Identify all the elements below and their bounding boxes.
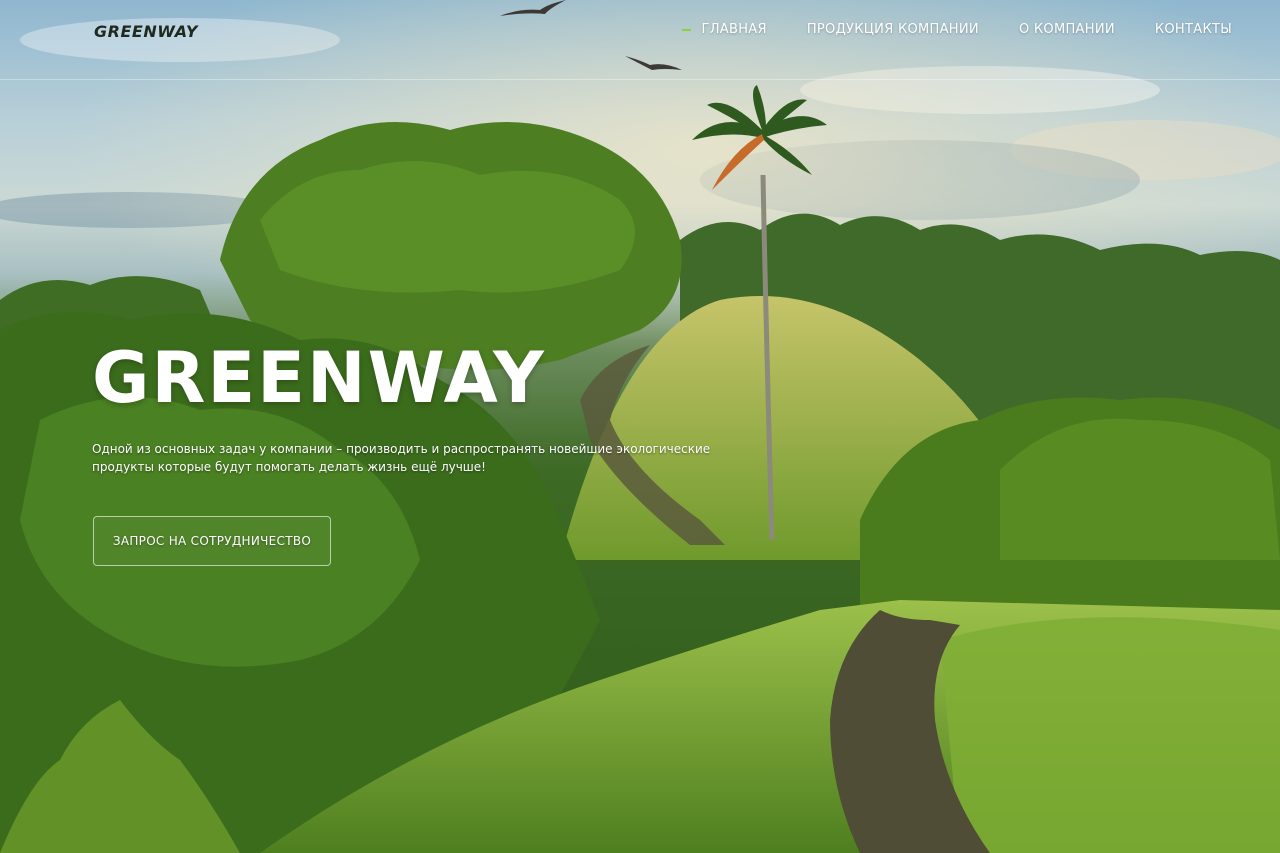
hero-section: GREENWAY ГЛАВНАЯ ПРОДУКЦИЯ КОМПАНИИ О КО…	[0, 0, 1280, 853]
cooperation-request-label: ЗАПРОС НА СОТРУДНИЧЕСТВО	[112, 534, 312, 548]
nav-item-label: КОНТАКТЫ	[1154, 22, 1232, 37]
nav-item-label: О КОМПАНИИ	[1018, 22, 1115, 37]
main-nav: ГЛАВНАЯ ПРОДУКЦИЯ КОМПАНИИ О КОМПАНИИ КО…	[681, 22, 1233, 37]
cooperation-request-button[interactable]: ЗАПРОС НА СОТРУДНИЧЕСТВО	[93, 516, 331, 566]
nav-item-contacts[interactable]: КОНТАКТЫ	[1155, 22, 1232, 37]
hero-title: GREENWAY	[92, 337, 546, 419]
nav-item-label: ГЛАВНАЯ	[701, 22, 767, 37]
hero-description: Одной из основных задач у компании – про…	[92, 442, 711, 474]
nav-item-about[interactable]: О КОМПАНИИ	[1019, 22, 1115, 37]
site-logo[interactable]: GREENWAY	[94, 22, 198, 41]
nav-item-products[interactable]: ПРОДУКЦИЯ КОМПАНИИ	[807, 22, 979, 37]
hero-background-image	[0, 0, 1280, 853]
nav-item-home[interactable]: ГЛАВНАЯ	[681, 22, 767, 37]
active-indicator-icon	[681, 28, 691, 31]
nav-item-label: ПРОДУКЦИЯ КОМПАНИИ	[806, 22, 979, 37]
site-header: GREENWAY ГЛАВНАЯ ПРОДУКЦИЯ КОМПАНИИ О КО…	[0, 0, 1280, 80]
